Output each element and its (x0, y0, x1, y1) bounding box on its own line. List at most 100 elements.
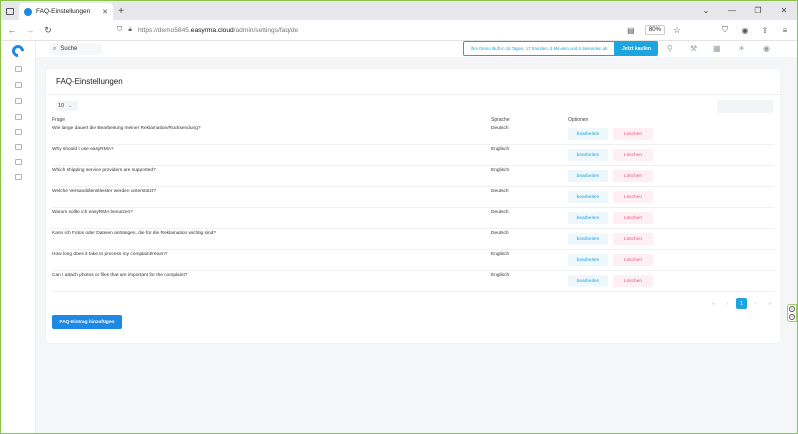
edit-button[interactable]: bearbeiten (568, 170, 608, 182)
browser-tab[interactable]: FAQ-Einstellungen ✕ (19, 3, 113, 20)
chart-icon[interactable] (15, 159, 22, 165)
edit-button[interactable]: bearbeiten (568, 212, 608, 224)
edit-button[interactable]: bearbeiten (568, 275, 608, 287)
pagination: « ‹ 1 › » (708, 298, 775, 309)
wrench-icon[interactable]: ⚒ (690, 44, 697, 53)
easyrma-logo[interactable] (9, 42, 27, 60)
lock-icon[interactable]: 🔒︎ (128, 26, 132, 34)
search-icon: ⌕ (53, 45, 57, 52)
table-row: Which shipping service providers are sup… (52, 166, 774, 187)
briefcase-icon[interactable]: ⚲ (667, 44, 673, 53)
delete-button[interactable]: Löschen (613, 212, 653, 224)
faq-language: Englisch (491, 273, 510, 278)
menu-icon[interactable]: ≡ (779, 26, 791, 35)
app-sidebar (1, 41, 36, 433)
edit-button[interactable]: bearbeiten (568, 191, 608, 203)
list-icon[interactable] (15, 98, 22, 104)
url-text[interactable]: https://demo5845.easyrma.cloud/admin/set… (138, 27, 298, 34)
faq-settings-card: FAQ-Einstellungen 10 ⌄ Frage Sprache Opt… (46, 69, 780, 343)
address-bar[interactable]: ⛉ 🔒︎ https://demo5845.easyrma.cloud/admi… (111, 23, 617, 38)
side-widget[interactable]: × + (787, 304, 797, 322)
browser-toolbar: ← → ↻ ⛉ 🔒︎ https://demo5845.easyrma.clou… (1, 20, 797, 41)
delete-button[interactable]: Löschen (613, 149, 653, 161)
truck-icon[interactable] (15, 144, 22, 150)
column-header-language[interactable]: Sprache (491, 117, 510, 123)
table-filter-input[interactable] (717, 100, 773, 113)
faq-language: Deutsch (491, 189, 509, 194)
theme-toggle-icon[interactable]: ☀ (738, 44, 745, 53)
dashboard-icon[interactable] (15, 66, 22, 72)
last-page-button[interactable]: » (764, 298, 775, 309)
document-icon[interactable] (15, 174, 22, 180)
table-row: How long does it take to process my comp… (52, 250, 774, 271)
first-page-button[interactable]: « (708, 298, 719, 309)
page-title: FAQ-Einstellungen (56, 77, 123, 86)
delete-button[interactable]: Löschen (613, 233, 653, 245)
zoom-level[interactable]: 80% (644, 25, 665, 35)
edit-button[interactable]: bearbeiten (568, 254, 608, 266)
faq-question: Can I attach photos or files that are im… (52, 273, 188, 278)
browser-tab-strip: FAQ-Einstellungen ✕ + ⌄ — ❐ ✕ (1, 1, 797, 20)
close-window-icon[interactable]: ✕ (771, 6, 797, 15)
window-controls: ⌄ — ❐ ✕ (693, 1, 797, 20)
new-tab-button[interactable]: + (113, 3, 129, 20)
delete-button[interactable]: Löschen (613, 275, 653, 287)
table-row: Kann ich Fotos oder Dateien anhängen, di… (52, 229, 774, 250)
table-row: Wie lange dauert die Bearbeitung meiner … (52, 124, 774, 145)
buy-now-button[interactable]: Jetzt kaufen (615, 41, 658, 56)
tab-overview-icon[interactable] (1, 2, 19, 20)
title-divider (46, 94, 780, 95)
maximize-icon[interactable]: ❐ (745, 6, 771, 15)
tab-list-icon[interactable]: ⌄ (693, 6, 719, 15)
minimize-icon[interactable]: — (719, 6, 745, 15)
pocket-icon[interactable]: ⛉ (719, 25, 731, 35)
tab-title: FAQ-Einstellungen (36, 8, 91, 15)
page-size-select[interactable]: 10 ⌄ (56, 101, 78, 111)
app-header: ⌕ Suche Ihre Demo läuft in 16 Tagen, 17 … (36, 41, 797, 57)
faq-language: Deutsch (491, 210, 509, 215)
faq-language: Englisch (491, 147, 510, 152)
back-icon[interactable]: ← (7, 25, 17, 35)
close-widget-icon[interactable]: × (789, 306, 795, 312)
page-1-button[interactable]: 1 (736, 298, 747, 309)
table-row: Can I attach photos or files that are im… (52, 271, 774, 292)
table-row: Welche Versanddienstleister werden unter… (52, 187, 774, 208)
reader-view-icon[interactable]: ▤ (625, 26, 637, 35)
search-input[interactable]: ⌕ Suche (50, 43, 102, 55)
address-bar-actions: ▤ 80% ☆ (625, 25, 681, 36)
column-header-question[interactable]: Frage (52, 117, 65, 123)
delete-button[interactable]: Löschen (613, 191, 653, 203)
delete-button[interactable]: Löschen (613, 254, 653, 266)
delete-button[interactable]: Löschen (613, 170, 653, 182)
add-faq-entry-button[interactable]: FAQ-Eintrag hinzufügen (52, 315, 122, 329)
expand-widget-icon[interactable]: + (789, 314, 795, 320)
faq-question: Wie lange dauert die Bearbeitung meiner … (52, 126, 201, 131)
account-icon[interactable]: ◉ (739, 26, 751, 35)
reload-icon[interactable]: ↻ (43, 25, 53, 36)
faq-question: Which shipping service providers are sup… (52, 168, 156, 173)
edit-button[interactable]: bearbeiten (568, 149, 608, 161)
faq-question: Warum sollte ich easyRMA benutzen? (52, 210, 133, 215)
demo-expiry-notice: Ihre Demo läuft in 16 Tagen, 17 Stunden,… (463, 41, 615, 56)
box-icon[interactable] (15, 129, 22, 135)
shield-icon[interactable]: ⛉ (117, 26, 122, 34)
forward-icon[interactable]: → (25, 25, 35, 35)
faq-language: Englisch (491, 168, 510, 173)
edit-button[interactable]: bearbeiten (568, 233, 608, 245)
delete-button[interactable]: Löschen (613, 128, 653, 140)
extensions-icon[interactable]: ⇪ (759, 26, 771, 35)
bookmark-star-icon[interactable]: ☆ (673, 25, 681, 36)
settings-icon[interactable] (15, 82, 22, 88)
next-page-button[interactable]: › (750, 298, 761, 309)
prev-page-button[interactable]: ‹ (722, 298, 733, 309)
store-icon[interactable]: ▦ (713, 44, 721, 53)
page-size-value: 10 (58, 103, 65, 109)
close-tab-icon[interactable]: ✕ (102, 8, 108, 16)
faq-question: Kann ich Fotos oder Dateien anhängen, di… (52, 231, 216, 236)
table-row: Why should I use easyRMA? Englisch bearb… (52, 145, 774, 166)
user-icon[interactable] (15, 114, 22, 120)
faq-language: Deutsch (491, 126, 509, 131)
user-account-icon[interactable]: ◉ (763, 44, 770, 53)
column-header-options: Optionen (568, 117, 589, 123)
edit-button[interactable]: bearbeiten (568, 128, 608, 140)
